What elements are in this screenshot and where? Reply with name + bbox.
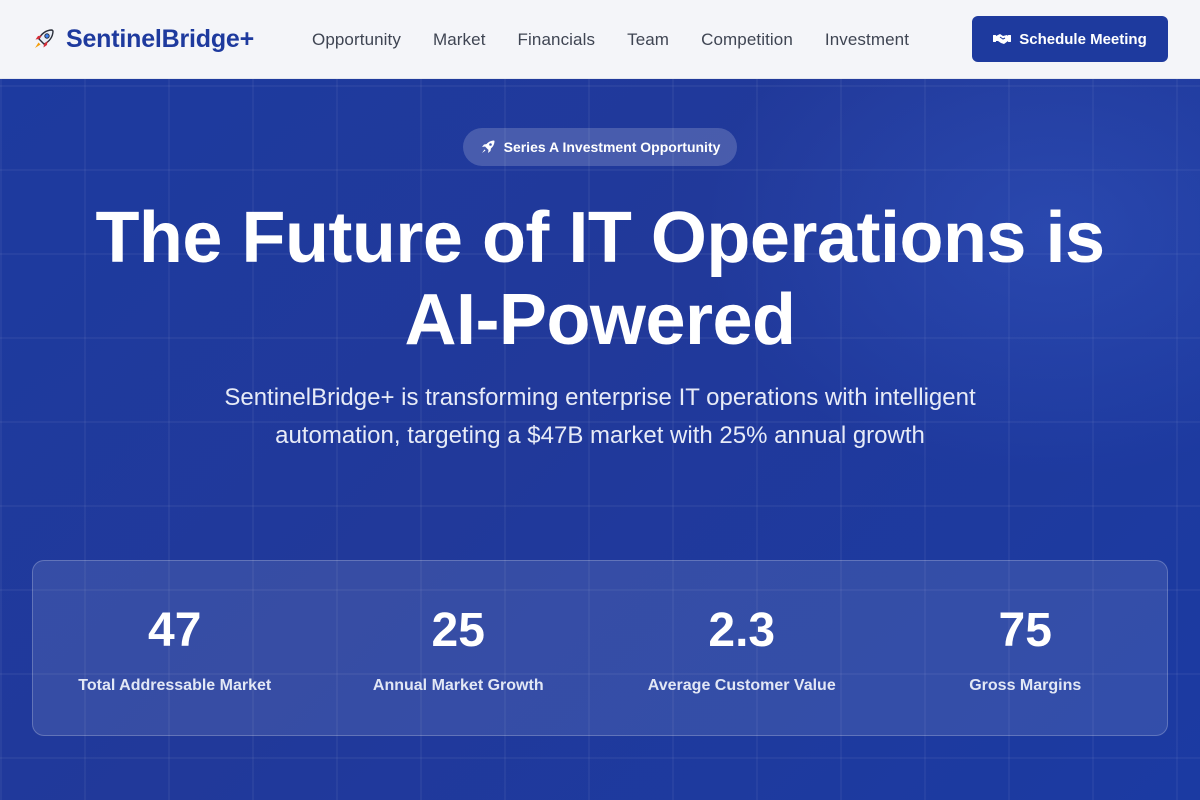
stat-label: Annual Market Growth	[372, 677, 544, 694]
stat-value: 75	[998, 604, 1052, 657]
schedule-meeting-label: Schedule Meeting	[1019, 30, 1147, 48]
nav-link-market[interactable]: Market	[433, 30, 486, 50]
stats-panel: 47 Total Addressable Market 25 Annual Ma…	[32, 560, 1168, 736]
stat-average-customer-value: 2.3 Average Customer Value	[600, 561, 884, 735]
badge-label: Series A Investment Opportunity	[503, 139, 721, 155]
nav-link-team[interactable]: Team	[627, 30, 669, 50]
schedule-meeting-button[interactable]: Schedule Meeting	[972, 16, 1168, 62]
stat-value: 2.3	[708, 604, 776, 657]
stat-value: 47	[148, 604, 202, 657]
stat-gross-margins: 75 Gross Margins	[884, 561, 1168, 735]
hero-headline: The Future of IT Operations is AI-Powere…	[0, 197, 1200, 361]
hero-description: SentinelBridge+ is transforming enterpri…	[224, 384, 976, 449]
series-a-badge: Series A Investment Opportunity	[463, 128, 737, 166]
stat-label: Total Addressable Market	[78, 677, 272, 694]
stat-value: 25	[431, 604, 485, 657]
brand-logo[interactable]: SentinelBridge+	[32, 22, 254, 56]
nav-link-financials[interactable]: Financials	[518, 30, 596, 50]
stat-label: Gross Margins	[969, 677, 1082, 694]
stat-total-addressable-market: 47 Total Addressable Market	[33, 561, 317, 735]
stat-annual-market-growth: 25 Annual Market Growth	[317, 561, 601, 735]
rocket-icon	[32, 27, 56, 51]
main-nav: Opportunity Market Financials Team Compe…	[312, 0, 941, 79]
rocket-icon	[480, 139, 496, 155]
headline-line-2: AI-Powered	[404, 280, 796, 360]
stat-label: Average Customer Value	[647, 677, 836, 694]
hero-section: Series A Investment Opportunity The Futu…	[0, 79, 1200, 800]
site-header: SentinelBridge+ Opportunity Market Finan…	[0, 0, 1200, 79]
nav-link-investment[interactable]: Investment	[825, 30, 909, 50]
nav-link-opportunity[interactable]: Opportunity	[312, 30, 401, 50]
brand-name: SentinelBridge+	[66, 24, 255, 53]
headline-line-1: The Future of IT Operations is	[95, 198, 1105, 278]
handshake-icon	[993, 32, 1012, 46]
nav-link-competition[interactable]: Competition	[701, 30, 793, 50]
